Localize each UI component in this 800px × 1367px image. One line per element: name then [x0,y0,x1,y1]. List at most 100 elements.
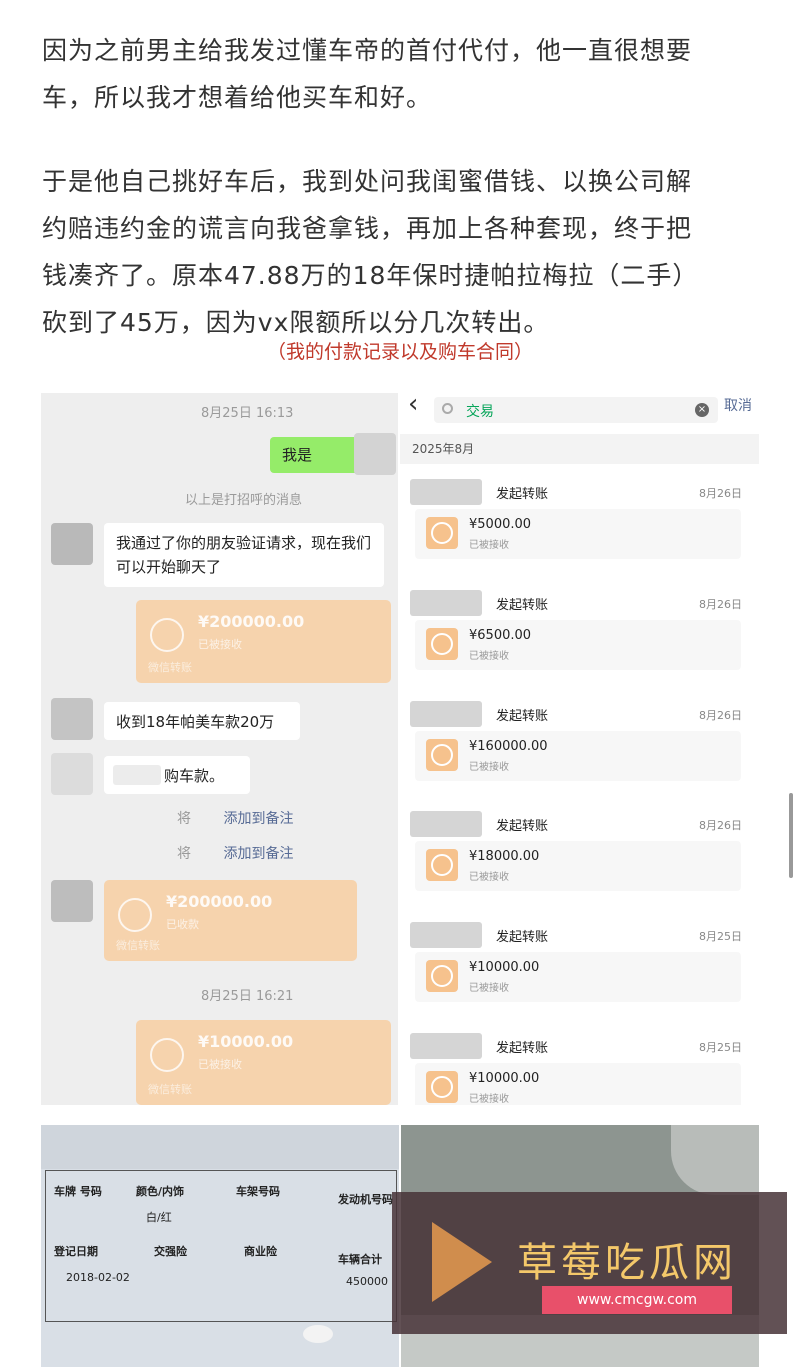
transfer-amount: ¥200000.00 [198,612,305,631]
cancel-button[interactable]: 取消 [724,395,752,415]
transfer-result-row[interactable]: 发起转账 8月26日 ¥6500.00 已被接收 [400,579,759,690]
transfer-footer: 微信转账 [148,661,192,674]
check-circle-icon [431,965,453,988]
row-date: 8月25日 [699,1041,742,1054]
image-caption: （我的付款记录以及购车合同） [266,341,533,363]
watermark-play-icon [432,1222,492,1302]
transfer-result-row[interactable]: 发起转账 8月25日 ¥10000.00 已被接收 [400,912,759,1023]
back-icon[interactable]: ‹ [408,393,418,419]
paragraph-1: 因为之前男主给我发过懂车帝的首付代付，他一直很想要 车，所以我才想着给他买车和好… [42,27,772,121]
contact-avatar [51,880,93,922]
transfer-card[interactable]: ¥18000.00 已被接收 [415,841,741,892]
p1-line2: 车，所以我才想着给他买车和好。 [42,83,433,112]
row-title: 发起转账 [496,1041,549,1056]
search-input[interactable]: 交易 × [434,397,718,423]
check-circle-icon [150,618,184,652]
row-title: 发起转账 [496,597,549,613]
clear-icon[interactable]: × [695,403,709,417]
transfer-card[interactable]: ¥10000.00 已被接收 [415,1063,741,1105]
transfer-search-screenshot: ‹ 交易 × 取消 2025年8月 发起转账 8月26日 ¥5000.00 已被接收发… [400,393,759,1105]
transfer-card[interactable]: ¥160000.00 已被接收 [415,730,741,781]
transfer-result-row[interactable]: 发起转账 8月26日 ¥160000.00 已被接收 [400,690,759,801]
row-title: 发起转账 [496,819,549,835]
contract-table: 车牌 号码 颜色/内饰 车架号码 发动机号码 白/红 登记日期 交强险 商业险 … [45,1170,397,1322]
row-date: 8月26日 [699,597,742,611]
p1-line1: 因为之前男主给我发过懂车帝的首付代付，他一直很想要 [42,36,693,65]
row-date: 8月26日 [699,708,742,722]
row-status: 已被接收 [469,650,509,662]
transfer-card[interactable]: ¥10000.00 已被接收 [415,952,741,1003]
contact-avatar-blurred [410,479,482,505]
check-circle-icon [431,632,453,655]
add-remark-link[interactable]: 添加到备注 [223,811,293,827]
header-vin: 车架号码 [236,1185,280,1198]
row-status: 已被接收 [469,1094,509,1105]
contact-avatar-blurred [410,589,482,616]
contract-photo: 车牌 号码 颜色/内饰 车架号码 发动机号码 白/红 登记日期 交强险 商业险 … [41,1125,399,1367]
check-circle-icon [150,1038,184,1072]
transfer-card-1[interactable]: ¥200000.00 已被接收 微信转账 [136,600,391,683]
transfer-card-3[interactable]: ¥10000.00 已被接收 微信转账 [136,1020,391,1105]
row-title: 发起转账 [496,487,549,502]
row-status: 已被接收 [469,761,509,773]
value-color: 白/红 [146,1211,172,1224]
contact-avatar [51,698,93,740]
metal-object [671,1125,759,1195]
transfer-result-row[interactable]: 发起转账 8月26日 ¥18000.00 已被接收 [400,801,759,912]
p2-line1: 于是他自己挑好车后，我到处问我闺蜜借钱、以换公司解 [42,167,693,196]
transfer-status: 已被接收 [198,638,242,651]
verify-message-bubble: 我通过了你的朋友验证请求，现在我们可以开始聊天了 [104,523,384,587]
check-circle-icon [118,898,152,932]
value-total: 450000 [346,1275,388,1288]
row-title: 发起转账 [496,708,549,724]
chat-screenshot: 8月25日 16:13 我是 以上是打招呼的消息 我通过了你的朋友验证请求，现在… [41,393,398,1105]
row-status: 已被接收 [469,872,509,884]
row-amount: ¥10000.00 [469,1071,540,1086]
value-reg-date: 2018-02-02 [66,1271,130,1284]
my-message-text: 我是 [282,446,313,464]
remark-note-1: 将 添加到备注 [177,808,293,828]
contact-avatar [51,753,93,795]
header-plate: 车牌 号码 [54,1185,102,1198]
transfer-footer: 微信转账 [148,1083,192,1096]
row-date: 8月25日 [699,930,742,944]
remark-prefix: 将 [177,846,191,862]
greeting-hint: 以上是打招呼的消息 [185,493,303,508]
transfer-amount: ¥10000.00 [198,1032,294,1051]
transfer-status: 已收款 [166,918,199,931]
header-compulsory-ins: 交强险 [154,1245,187,1258]
check-circle-icon [431,1076,453,1098]
scrollbar[interactable] [789,793,793,878]
row-date: 8月26日 [699,487,742,500]
search-icon [442,403,453,414]
my-avatar [354,433,396,475]
paragraph-2: 于是他自己挑好车后，我到处问我闺蜜借钱、以换公司解 约赔违约金的谎言向我爸拿钱，… [42,158,772,346]
header-commercial-ins: 商业险 [244,1245,277,1258]
transfer-result-row[interactable]: 发起转账 8月25日 ¥10000.00 已被接收 [400,1023,759,1105]
transfer-icon [426,1071,458,1103]
header-reg-date: 登记日期 [54,1245,98,1258]
chat-time-2: 8月25日 16:21 [201,989,294,1004]
check-circle-icon [431,743,453,766]
month-header: 2025年8月 [400,434,759,464]
remark-prefix: 将 [177,811,191,827]
transfer-card[interactable]: ¥6500.00 已被接收 [415,619,741,670]
transfer-icon [426,960,458,993]
contract-text-top [41,1125,399,1169]
contact-avatar-blurred [410,811,482,838]
transfer-result-row[interactable]: 发起转账 8月26日 ¥5000.00 已被接收 [400,469,759,579]
row-amount: ¥18000.00 [469,849,540,865]
add-remark-link[interactable]: 添加到备注 [223,846,293,862]
transfer-card-2[interactable]: ¥200000.00 已收款 微信转账 [104,880,357,961]
watermark: 草莓吃瓜网 www.cmcgw.com [392,1192,787,1334]
redacted-text [113,765,161,785]
header-total: 车辆合计 [338,1253,382,1266]
row-date: 8月26日 [699,819,742,833]
row-amount: ¥160000.00 [469,738,548,754]
header-color: 颜色/内饰 [136,1185,185,1198]
transfer-card[interactable]: ¥5000.00 已被接收 [415,509,741,559]
transfer-icon [426,517,458,549]
contact-avatar-blurred [410,1033,482,1059]
check-circle-icon [431,522,453,544]
search-query: 交易 [466,404,494,420]
